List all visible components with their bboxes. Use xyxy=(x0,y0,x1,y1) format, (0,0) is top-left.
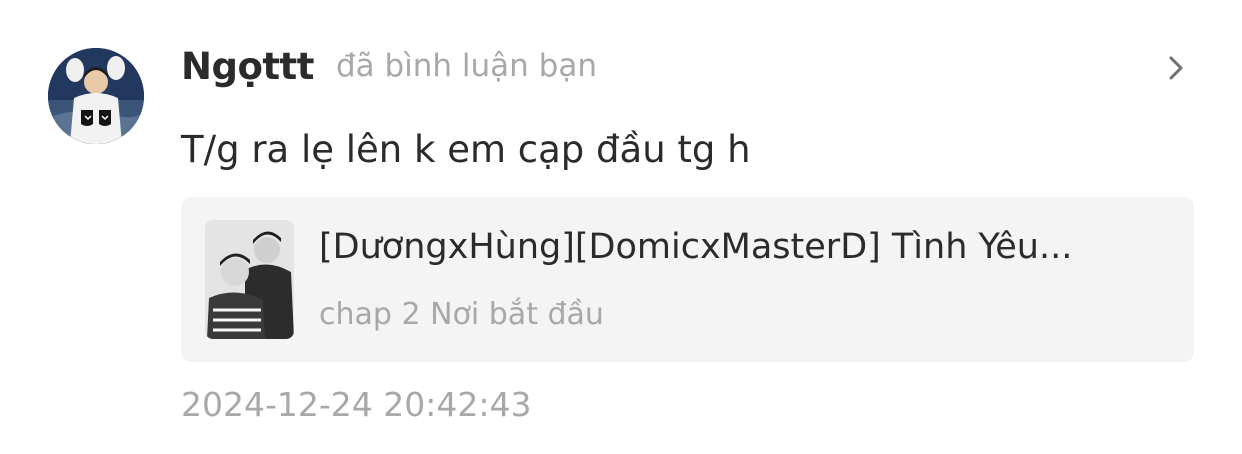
story-card[interactable]: [DươngxHùng][DomicxMasterD] Tình Yêu... … xyxy=(181,197,1194,362)
timestamp: 2024-12-24 20:42:43 xyxy=(181,385,532,424)
action-text: đã bình luận bạn xyxy=(335,48,597,84)
story-cover xyxy=(205,220,294,339)
story-title: [DươngxHùng][DomicxMasterD] Tình Yêu... xyxy=(319,227,1073,267)
username[interactable]: Ngọttt xyxy=(181,45,314,88)
chevron-right-icon[interactable] xyxy=(1158,50,1194,86)
user-avatar[interactable] xyxy=(48,48,144,144)
chapter-label: chap 2 Nơi bắt đầu xyxy=(319,297,604,332)
avatar-image xyxy=(48,48,144,144)
notification-header: Ngọttt đã bình luận bạn xyxy=(181,38,597,94)
comment-text: T/g ra lẹ lên k em cạp đầu tg h xyxy=(181,128,751,171)
